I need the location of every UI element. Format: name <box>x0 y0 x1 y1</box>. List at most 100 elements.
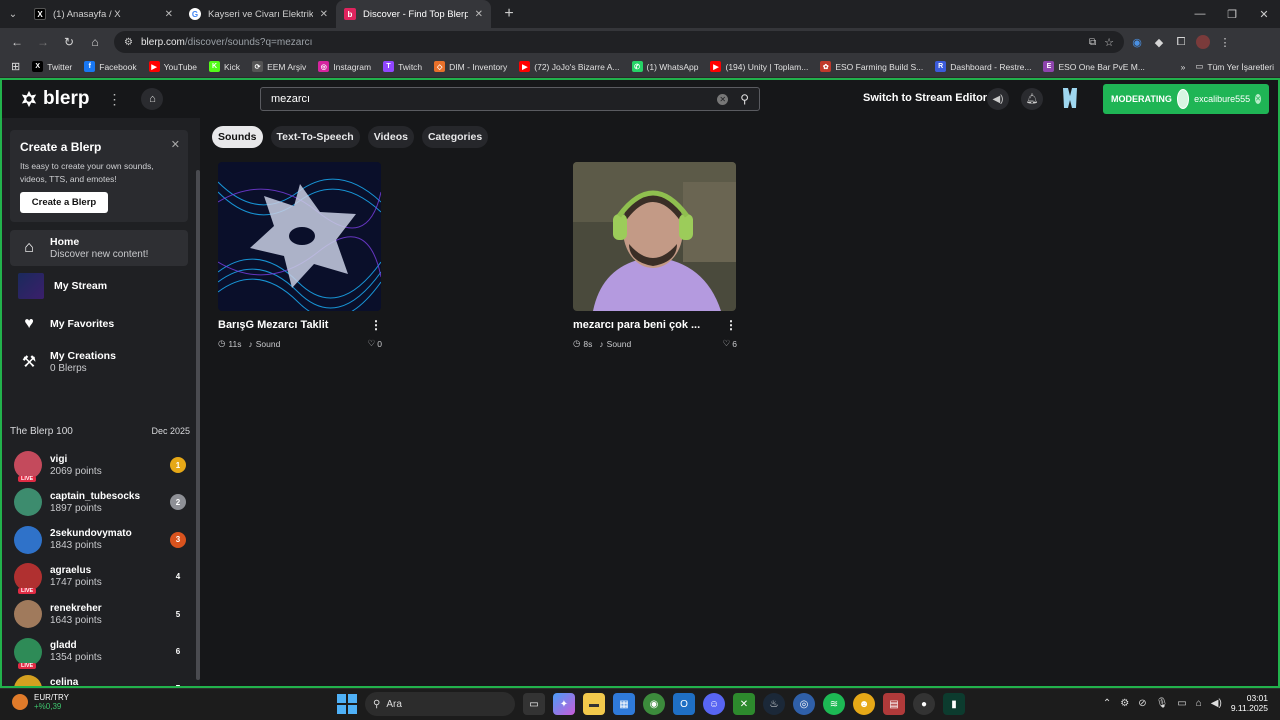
ticker-widget[interactable]: EUR/TRY +%0,39 <box>12 693 69 711</box>
bookmark-item[interactable]: ▶ (194) Unity | Toplam... <box>705 57 813 77</box>
tab-search-icon[interactable]: ⌄ <box>0 0 26 28</box>
back-icon[interactable]: ← <box>6 31 28 53</box>
streamer-avatar[interactable] <box>14 525 42 554</box>
terminal-icon[interactable]: ▮ <box>943 693 965 715</box>
profile-avatar[interactable] <box>1194 33 1212 51</box>
user-avatar[interactable] <box>1060 86 1080 110</box>
chip-videos[interactable]: Videos <box>367 126 414 148</box>
obs-icon[interactable]: ● <box>913 693 935 715</box>
app-icon[interactable]: ◎ <box>793 693 815 715</box>
store-icon[interactable]: ▦ <box>613 693 635 715</box>
create-blerp-button[interactable]: Create a Blerp <box>20 192 108 213</box>
streamer-name[interactable]: renekreher <box>50 603 162 614</box>
app-icon[interactable]: ▤ <box>883 693 905 715</box>
sound-card[interactable]: mezarcı para beni çok ... ⋮ ◷ 8s ♪ Sound… <box>573 162 737 349</box>
sound-card[interactable]: BarışG Mezarcı Taklit ⋮ ◷ 11s ♪ Sound ♡ … <box>218 162 382 349</box>
switch-stream-editor-button[interactable]: Switch to Stream Editor <box>863 92 987 104</box>
chip-text-to-speech[interactable]: Text-To-Speech <box>270 126 360 148</box>
minimize-icon[interactable]: — <box>1184 0 1216 28</box>
bookmark-item[interactable]: E ESO One Bar PvE M... <box>1038 57 1149 77</box>
sound-thumbnail[interactable] <box>218 162 381 311</box>
new-tab-button[interactable]: + <box>497 2 521 26</box>
spotify-icon[interactable]: ≋ <box>823 693 845 715</box>
home-icon[interactable]: ⌂ <box>84 31 106 53</box>
site-info-icon[interactable]: ⚙ <box>124 37 133 48</box>
app-icon[interactable]: ☻ <box>853 693 875 715</box>
browser-tab[interactable]: X (1) Anasayfa / X ✕ <box>26 0 181 28</box>
browser-menu-icon[interactable]: ⋮ <box>1216 33 1234 51</box>
heart-outline-icon[interactable]: ♡ <box>368 338 376 349</box>
sidebar-item-my-favorites[interactable]: ♥ My Favorites <box>10 306 188 342</box>
copilot-icon[interactable]: ✦ <box>553 693 575 715</box>
search-input[interactable] <box>271 93 718 105</box>
bookmark-star-icon[interactable]: ☆ <box>1104 36 1114 49</box>
leaderboard-row[interactable]: LIVE gladd 1354 points 6 <box>14 635 186 669</box>
sidebar-item-my-stream[interactable]: My Stream <box>10 268 188 304</box>
browser-tab[interactable]: G Kayseri ve Civarı Elektrik Türk A ✕ <box>181 0 336 28</box>
tab-close-icon[interactable]: ✕ <box>475 9 483 20</box>
tab-close-icon[interactable]: ✕ <box>320 9 328 20</box>
moderating-pill[interactable]: MODERATING excalibure555 ✕ <box>1103 84 1269 114</box>
streamer-avatar[interactable]: LIVE <box>14 562 42 594</box>
clock[interactable]: 03:01 9.11.2025 <box>1231 693 1268 713</box>
blerp-logo[interactable]: blerp <box>20 88 89 110</box>
card-options-icon[interactable]: ⋮ <box>370 318 382 332</box>
windows-start-icon[interactable] <box>337 694 357 714</box>
url-text[interactable]: blerp.com/discover/sounds?q=mezarcı <box>141 37 1081 48</box>
bookmark-item[interactable]: R Dashboard - Restre... <box>930 57 1036 77</box>
bookmark-item[interactable]: ⟳ EEM Arşiv <box>247 57 311 77</box>
search-bar[interactable]: ✕ ⚲ <box>260 87 760 111</box>
sound-thumbnail[interactable] <box>573 162 736 311</box>
install-app-icon[interactable]: ⧉ <box>1089 37 1096 48</box>
reload-icon[interactable]: ↻ <box>58 31 80 53</box>
more-bookmarks-icon[interactable]: » <box>1181 62 1186 72</box>
chip-categories[interactable]: Categories <box>421 126 489 148</box>
close-window-icon[interactable]: ✕ <box>1248 0 1280 28</box>
steam-icon[interactable]: ♨ <box>763 693 785 715</box>
speaker-icon[interactable]: ◀) <box>1211 698 1222 709</box>
streamer-name[interactable]: 2sekundovymato <box>50 528 162 539</box>
sidebar-item-home[interactable]: ⌂ Home Discover new content! <box>10 230 188 266</box>
leaderboard-row[interactable]: 2sekundovymato 1843 points 3 <box>14 523 186 557</box>
address-bar[interactable]: ⚙ blerp.com/discover/sounds?q=mezarcı ⧉ … <box>114 31 1124 53</box>
leaderboard-row[interactable]: LIVE agraelus 1747 points 4 <box>14 560 186 594</box>
network-icon[interactable]: ⌂ <box>1196 698 1202 709</box>
sound-title[interactable]: mezarcı para beni çok ... <box>573 319 700 331</box>
forward-icon[interactable]: → <box>32 31 54 53</box>
bookmark-item[interactable]: T Twitch <box>378 57 427 77</box>
chip-sounds[interactable]: Sounds <box>212 126 263 148</box>
streamer-avatar[interactable] <box>14 600 42 629</box>
home-button[interactable]: ⌂ <box>141 88 164 110</box>
chrome-icon[interactable]: ◉ <box>643 693 665 715</box>
outlook-icon[interactable]: O <box>673 693 695 715</box>
streamer-avatar[interactable]: LIVE <box>14 637 42 669</box>
streamer-avatar[interactable]: LIVE <box>14 674 42 686</box>
leaderboard-row[interactable]: captain_tubesocks 1897 points 2 <box>14 485 186 519</box>
tab-close-icon[interactable]: ✕ <box>165 9 173 20</box>
xbox-icon[interactable]: ✕ <box>733 693 755 715</box>
heart-outline-icon[interactable]: ♡ <box>723 338 731 349</box>
tray-app-icon[interactable]: ⊘ <box>1138 698 1146 709</box>
bookmark-item[interactable]: ✆ (1) WhatsApp <box>627 57 704 77</box>
extension-icon[interactable]: ◉ <box>1128 33 1146 51</box>
task-view-icon[interactable]: ▭ <box>523 693 545 715</box>
bookmark-item[interactable]: ▶ (72) JoJo's Bizarre A... <box>514 57 624 77</box>
streamer-name[interactable]: captain_tubesocks <box>50 491 162 502</box>
apps-grid-icon[interactable]: ⊞ <box>6 57 25 77</box>
close-card-icon[interactable]: ✕ <box>171 138 180 151</box>
extension-icon[interactable]: ◆ <box>1150 33 1168 51</box>
discord-icon[interactable]: ☺ <box>703 693 725 715</box>
leaderboard-row[interactable]: renekreher 1643 points 5 <box>14 597 186 631</box>
bookmark-item[interactable]: f Facebook <box>79 57 141 77</box>
extensions-puzzle-icon[interactable]: ⧠ <box>1172 33 1190 51</box>
leaderboard-row[interactable]: LIVE vigi 2069 points 1 <box>14 448 186 482</box>
bookmark-item[interactable]: K Kick <box>204 57 245 77</box>
streamer-avatar[interactable]: LIVE <box>14 451 42 482</box>
leaderboard-row[interactable]: LIVEcelina1353 points7 <box>14 672 186 686</box>
streamer-name[interactable]: vigi <box>50 454 162 465</box>
sound-title[interactable]: BarışG Mezarcı Taklit <box>218 319 328 331</box>
all-bookmarks-folder[interactable]: ▭ Tüm Yer İşaretleri <box>1195 61 1274 72</box>
browser-tab-active[interactable]: b Discover - Find Top Blerps, Stre ✕ <box>336 0 491 28</box>
display-icon[interactable]: ▭ <box>1177 698 1186 709</box>
tray-app-icon[interactable]: ⚙ <box>1120 698 1129 709</box>
